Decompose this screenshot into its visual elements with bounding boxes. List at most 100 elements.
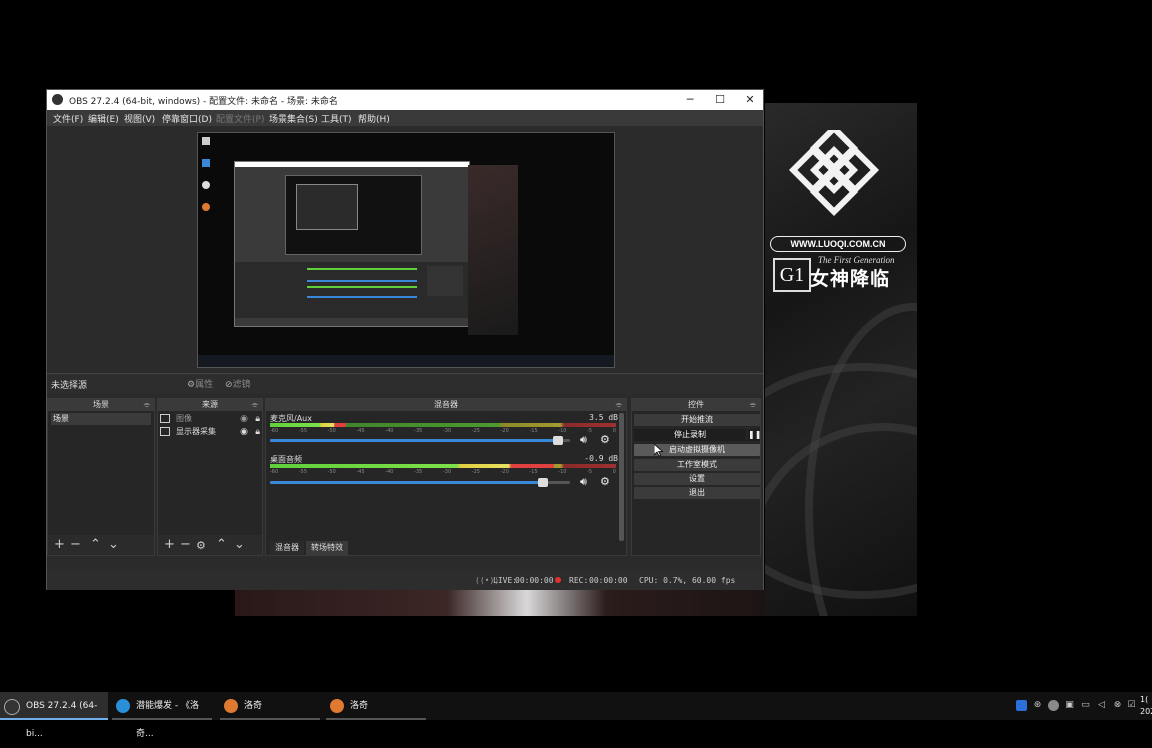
- start-streaming-button[interactable]: 开始推流: [634, 414, 760, 426]
- no-source-label: 未选择源: [51, 381, 88, 391]
- controls-dock: 控件 ⌯ 开始推流 停止录制 ❚❚ 启动虚拟摄像机 工作室模式 设置 退出: [631, 398, 761, 556]
- monitor-icon: [160, 427, 170, 436]
- shield-icon[interactable]: [1016, 700, 1027, 711]
- gear-icon[interactable]: ⚙: [196, 539, 206, 552]
- move-down-icon[interactable]: ⌄: [108, 537, 119, 552]
- desktop-app-icon: [202, 181, 210, 189]
- celtic-knot-logo: [788, 130, 880, 217]
- brand-url: WWW.LUOQI.COM.CN: [770, 236, 906, 252]
- tick-label: 0: [612, 469, 616, 475]
- tick-label: -60: [270, 428, 279, 434]
- mixer-header: 混音器 ⌯: [266, 399, 626, 411]
- cpu-fps: CPU: 0.7%, 60.00 fps: [639, 576, 736, 585]
- status-bar: ((•)) LIVE: 00:00:00 REC: 00:00:00 CPU: …: [47, 570, 763, 590]
- lock-icon[interactable]: 🔒︎: [255, 413, 260, 425]
- stop-recording-button[interactable]: 停止录制: [634, 429, 746, 441]
- live-time: 00:00:00: [515, 576, 554, 585]
- clock-date[interactable]: 202: [1140, 707, 1152, 716]
- studio-mode-button[interactable]: 工作室模式: [634, 459, 760, 471]
- menu-edit[interactable]: 编辑(E): [88, 112, 119, 125]
- chat-icon[interactable]: [1048, 700, 1059, 711]
- dock-menu-icon[interactable]: ⌯: [252, 399, 258, 411]
- preview-canvas[interactable]: [197, 132, 615, 368]
- track-db: 3.5 dB: [589, 413, 618, 422]
- remove-source-button[interactable]: −: [180, 537, 191, 552]
- nested-background-art: [468, 165, 518, 335]
- taskbar-item-mabinogi-2[interactable]: 洛奇: [326, 692, 426, 720]
- gear-icon[interactable]: ⚙: [600, 433, 610, 446]
- volume-icon[interactable]: ◁: [1096, 700, 1107, 711]
- tab-mixer[interactable]: 混音器: [270, 541, 304, 555]
- close-circle-icon[interactable]: ⊗: [1112, 700, 1123, 711]
- dock-menu-icon[interactable]: ⌯: [750, 399, 756, 411]
- move-up-icon[interactable]: ⌃: [90, 537, 101, 552]
- minimize-button[interactable]: ─: [675, 90, 705, 110]
- sources-title: 来源: [202, 400, 218, 409]
- tick-label: -10: [558, 469, 567, 475]
- mabinogi-icon: [224, 699, 238, 713]
- tick-label: -60: [270, 469, 279, 475]
- add-scene-button[interactable]: +: [54, 537, 65, 552]
- tick-label: -10: [558, 428, 567, 434]
- lock-icon[interactable]: 🔒︎: [255, 426, 260, 438]
- filter-icon: ⊘: [225, 380, 233, 390]
- eye-icon[interactable]: ◉: [240, 426, 248, 438]
- title-bar[interactable]: OBS 27.2.4 (64-bit, windows) - 配置文件: 未命名…: [47, 90, 763, 110]
- volume-fader[interactable]: [270, 478, 570, 487]
- clock-time[interactable]: 1(: [1140, 695, 1148, 704]
- filters-button[interactable]: ⊘滤镜: [225, 377, 251, 390]
- game-icon[interactable]: ⊛: [1032, 700, 1043, 711]
- tick-label: -30: [442, 469, 452, 475]
- maximize-button[interactable]: ☐: [705, 90, 735, 110]
- tick-label: -25: [471, 469, 480, 475]
- mabinogi-icon: [330, 699, 344, 713]
- move-down-icon[interactable]: ⌄: [234, 537, 245, 552]
- menu-docks[interactable]: 停靠窗口(D): [162, 112, 212, 125]
- tick-label: 0: [612, 428, 616, 434]
- scene-item[interactable]: 场景: [51, 413, 151, 425]
- tick-label: -45: [356, 469, 365, 475]
- tab-transitions[interactable]: 转场特效: [306, 541, 348, 555]
- eye-icon[interactable]: ◉: [240, 413, 248, 425]
- audio-mixer-dock: 混音器 ⌯ 麦克风/Aux 3.5 dB -60 -55 -50 -45 -40 -35-…: [265, 398, 627, 556]
- taskbar-item-edge[interactable]: 潜能爆发 - 《洛奇...: [112, 692, 212, 739]
- controls-header: 控件 ⌯: [632, 399, 760, 411]
- menu-help[interactable]: 帮助(H): [358, 112, 390, 125]
- gear-icon: ⚙: [187, 380, 196, 390]
- exit-button[interactable]: 退出: [634, 487, 760, 499]
- remove-scene-button[interactable]: −: [70, 537, 81, 552]
- start-virtual-camera-button[interactable]: 启动虚拟摄像机: [634, 444, 760, 456]
- menu-profile[interactable]: 配置文件(P): [216, 112, 264, 125]
- menu-view[interactable]: 视图(V): [124, 112, 155, 125]
- dock-menu-icon[interactable]: ⌯: [144, 399, 150, 411]
- speaker-icon[interactable]: 🔊︎: [580, 475, 587, 489]
- menu-scene-collection[interactable]: 场景集合(S): [269, 112, 318, 125]
- mixer-scrollbar[interactable]: [619, 413, 624, 541]
- menu-file[interactable]: 文件(F): [53, 112, 83, 125]
- move-up-icon[interactable]: ⌃: [216, 537, 227, 552]
- dock-menu-icon[interactable]: ⌯: [616, 399, 622, 411]
- volume-fader[interactable]: [270, 436, 570, 445]
- source-item-display-capture[interactable]: 显示器采集 ◉ 🔒︎: [160, 426, 262, 438]
- properties-button[interactable]: ⚙属性: [187, 377, 213, 390]
- speaker-icon[interactable]: 🔊︎: [580, 433, 587, 447]
- nvidia-icon[interactable]: ▣: [1064, 700, 1075, 711]
- tick-label: -40: [385, 469, 394, 475]
- volume-meter: [270, 464, 616, 468]
- pause-recording-button[interactable]: ❚❚: [748, 429, 761, 441]
- taskbar-item-mabinogi[interactable]: 洛奇: [220, 692, 320, 720]
- taskbar-item-obs[interactable]: OBS 27.2.4 (64-bi...: [0, 692, 108, 739]
- filters-label: 滤镜: [232, 380, 251, 390]
- close-button[interactable]: ✕: [735, 90, 765, 110]
- network-icon[interactable]: ▭: [1080, 700, 1091, 711]
- scenes-title: 场景: [93, 400, 109, 409]
- notification-icon[interactable]: ☑: [1126, 700, 1137, 711]
- add-source-button[interactable]: +: [164, 537, 175, 552]
- menu-tools[interactable]: 工具(T): [321, 112, 352, 125]
- settings-button[interactable]: 设置: [634, 473, 760, 485]
- preview-area: [47, 126, 763, 372]
- gear-icon[interactable]: ⚙: [600, 475, 610, 488]
- tick-label: -35: [414, 428, 423, 434]
- desktop-game-icon: [202, 203, 210, 211]
- source-item-image[interactable]: 图像 ◉ 🔒︎: [160, 413, 262, 425]
